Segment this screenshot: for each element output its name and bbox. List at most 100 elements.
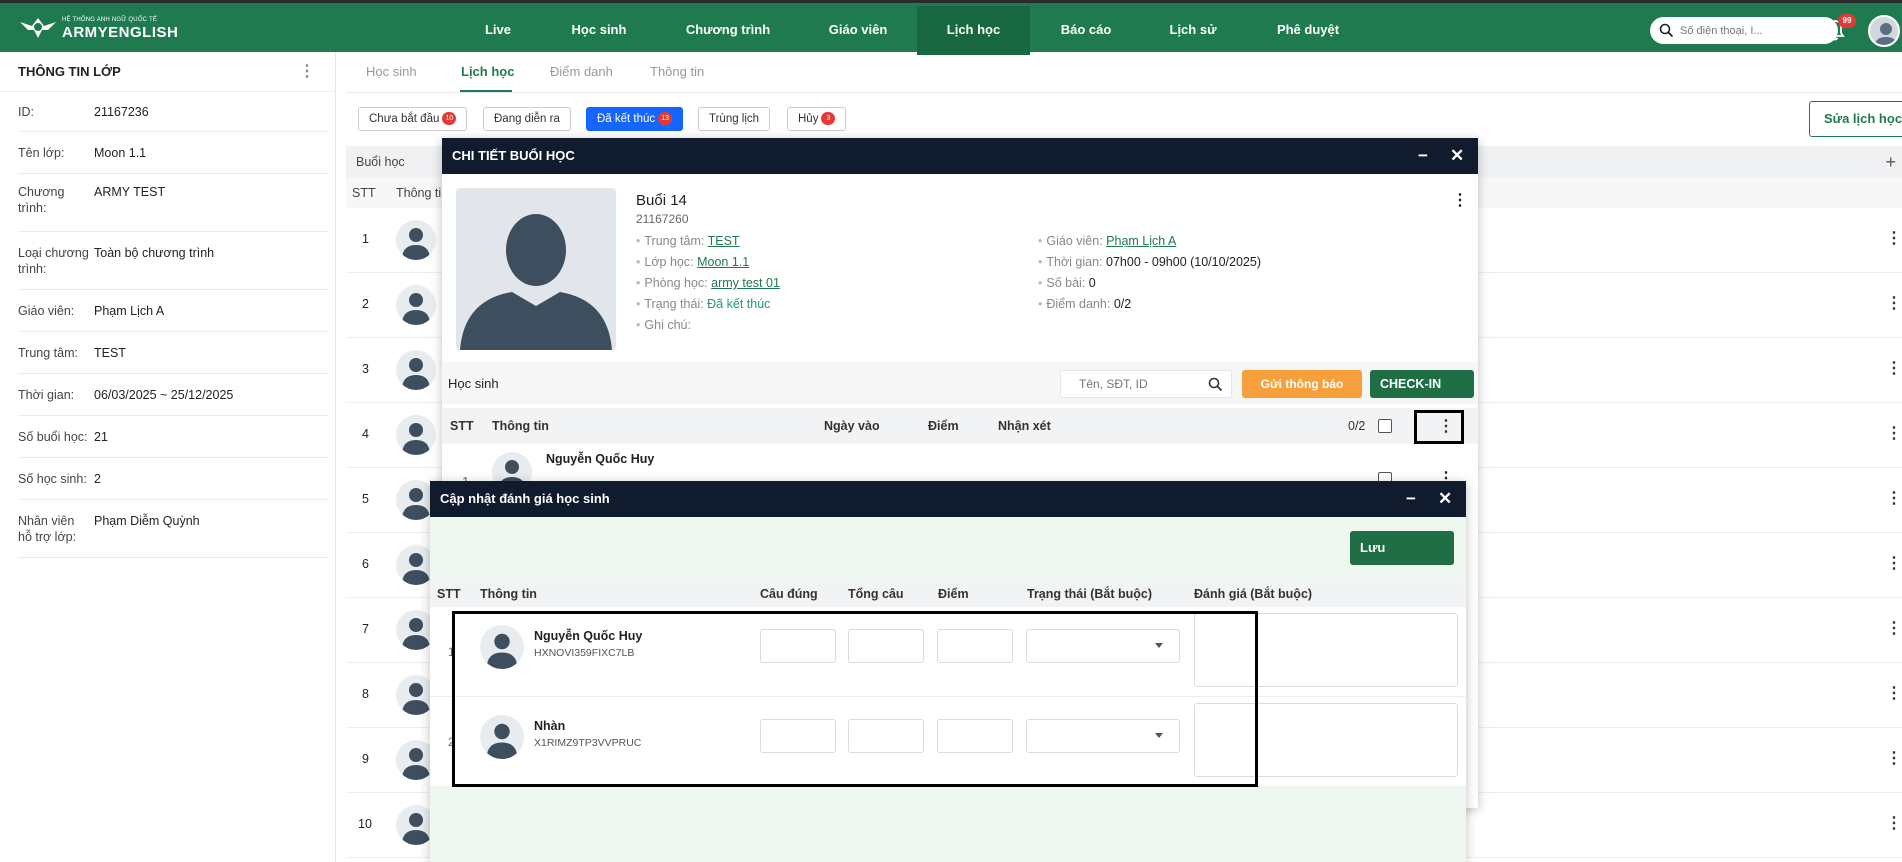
nav-giao-vien[interactable]: Giáo viên	[810, 6, 906, 55]
teacher-link[interactable]: Phạm Lịch A	[1106, 234, 1176, 248]
info-row-support-staff: Nhân viên hỗ trợ lớp: Phạm Diễm Quỳnh	[18, 500, 328, 558]
tab-diem-danh[interactable]: Điểm danh	[550, 64, 613, 79]
person-icon	[402, 423, 430, 455]
status-value: Đã kết thúc	[707, 297, 771, 311]
info-key: Giáo viên:	[18, 304, 75, 318]
eagle-emblem-icon	[20, 18, 56, 38]
avatar	[396, 350, 436, 390]
session-detail-title: CHI TIẾT BUỔI HỌC	[452, 148, 575, 163]
detail-key: Số bài:	[1046, 276, 1086, 290]
nav-lich-su[interactable]: Lịch sử	[1150, 6, 1236, 55]
search-icon[interactable]	[1208, 377, 1223, 392]
avatar	[396, 220, 436, 260]
student-name: Nguyễn Quốc Huy	[546, 452, 655, 466]
more-vertical-icon[interactable]: ⋮	[299, 52, 315, 92]
user-avatar[interactable]	[1868, 15, 1900, 47]
col-stt: STT	[352, 186, 376, 200]
tab-lich-hoc[interactable]: Lịch học	[461, 64, 514, 79]
detail-time: • Thời gian: 07h00 - 09h00 (10/10/2025)	[1038, 255, 1262, 269]
tab-hoc-sinh[interactable]: Học sinh	[366, 64, 417, 79]
student-search-input[interactable]	[1079, 377, 1199, 391]
nav-hoc-sinh[interactable]: Học sinh	[556, 6, 642, 55]
more-vertical-icon[interactable]: ⋮	[1886, 358, 1902, 378]
update-evaluation-header: Cập nhật đánh giá học sinh − ✕	[430, 481, 1466, 517]
save-button[interactable]: Lưu	[1350, 531, 1454, 565]
filter-huy[interactable]: Hủy 3	[787, 107, 847, 131]
filter-count-badge: 10	[442, 112, 457, 126]
room-link[interactable]: army test 01	[711, 276, 780, 290]
col-score: Điểm	[928, 419, 959, 433]
more-vertical-icon[interactable]: ⋮	[1886, 748, 1902, 768]
col-info: Thông tin	[396, 186, 449, 200]
check-in-button[interactable]: CHECK-IN	[1370, 370, 1474, 398]
col-join-date: Ngày vào	[824, 419, 880, 433]
tab-thong-tin[interactable]: Thông tin	[650, 64, 704, 79]
session-list-title: Buổi học	[356, 155, 405, 169]
class-info-title: THÔNG TIN LỚP	[18, 64, 121, 79]
col-stt: STT	[437, 587, 461, 601]
brand-logo[interactable]: HỆ THỐNG ANH NGỮ QUỐC TẾ ARMYENGLISH	[18, 14, 178, 42]
row-number: 1	[362, 232, 369, 246]
filter-trung-lich[interactable]: Trùng lịch	[698, 107, 771, 131]
phone-search[interactable]	[1650, 17, 1838, 44]
center-link[interactable]: TEST	[708, 234, 740, 248]
more-vertical-icon[interactable]: ⋮	[1886, 683, 1902, 703]
student-table-header: STT Thông tin Ngày vào Điểm Nhận xét 0/2…	[442, 408, 1478, 444]
more-vertical-icon[interactable]: ⋮	[1886, 488, 1902, 508]
close-icon[interactable]: ✕	[1450, 138, 1464, 174]
student-row[interactable]: 1 Nguyễn Quốc Huy ⋮	[442, 444, 1478, 492]
user-avatar-icon	[1874, 23, 1898, 45]
class-info-header: THÔNG TIN LỚP ⋮	[0, 52, 335, 92]
filter-label: Đã kết thúc	[597, 113, 656, 125]
minimize-icon[interactable]: −	[1406, 481, 1416, 517]
highlight-box	[452, 611, 1258, 787]
row-number: 9	[362, 752, 369, 766]
close-icon[interactable]: ✕	[1438, 481, 1452, 517]
row-number: 3	[362, 362, 369, 376]
nav-live[interactable]: Live	[458, 6, 538, 55]
students-label: Học sinh	[448, 376, 499, 391]
class-info-panel: THÔNG TIN LỚP ⋮ ID: 21167236 Tên lớp: Moon…	[0, 52, 336, 862]
phone-search-input[interactable]	[1680, 21, 1830, 40]
select-all-checkbox[interactable]	[1378, 419, 1392, 433]
info-row-id: ID: 21167236	[18, 92, 328, 132]
class-link[interactable]: Moon 1.1	[697, 255, 749, 269]
session-name: Buổi 14	[636, 192, 687, 209]
detail-teacher: • Giáo viên: Phạm Lịch A	[1038, 234, 1177, 248]
send-notification-button[interactable]: Gửi thông báo	[1242, 370, 1362, 398]
filter-chua-bat-dau[interactable]: Chưa bắt đầu 10	[358, 107, 468, 131]
info-value: 2	[94, 472, 101, 486]
more-vertical-icon[interactable]: ⋮	[1886, 228, 1902, 248]
info-row-program: Chương trình: ARMY TEST	[18, 174, 328, 232]
edit-schedule-button[interactable]: Sửa lịch học	[1809, 101, 1902, 137]
avatar	[396, 285, 436, 325]
nav-bao-cao[interactable]: Báo cáo	[1040, 6, 1132, 55]
detail-class: • Lớp học: Moon 1.1	[636, 255, 750, 269]
more-vertical-icon[interactable]: ⋮	[1886, 618, 1902, 638]
more-vertical-icon[interactable]: ⋮	[1886, 293, 1902, 313]
student-search[interactable]	[1060, 370, 1232, 398]
filter-da-ket-thuc[interactable]: Đã kết thúc 13	[586, 107, 684, 131]
add-icon[interactable]: +	[1885, 146, 1896, 178]
info-key: Tên lớp:	[18, 146, 65, 160]
col-info: Thông tin	[480, 587, 537, 601]
row-number: 4	[362, 427, 369, 441]
nav-lich-hoc[interactable]: Lịch học	[917, 6, 1030, 55]
detail-note: • Ghi chú:	[636, 318, 691, 332]
minimize-icon[interactable]: −	[1418, 138, 1428, 174]
info-key: Loại chương trình:	[18, 246, 89, 276]
filter-dang-dien-ra[interactable]: Đang diễn ra	[483, 107, 571, 131]
more-vertical-icon[interactable]: ⋮	[1886, 423, 1902, 443]
update-evaluation-title: Cập nhật đánh giá học sinh	[440, 491, 610, 506]
more-vertical-icon[interactable]: ⋮	[1886, 553, 1902, 573]
more-vertical-icon[interactable]: ⋮	[1452, 190, 1468, 210]
detail-lessons: • Số bài: 0	[1038, 276, 1096, 290]
col-total: Tổng câu	[848, 587, 904, 601]
nav-phe-duyet[interactable]: Phê duyệt	[1262, 6, 1354, 55]
session-photo	[456, 188, 616, 350]
info-row-students: Số học sinh: 2	[18, 458, 328, 500]
nav-chuong-trinh[interactable]: Chương trình	[672, 6, 784, 55]
more-vertical-icon[interactable]: ⋮	[1886, 813, 1902, 833]
row-number: 10	[358, 817, 372, 831]
info-key: Nhân viên hỗ trợ lớp:	[18, 514, 77, 544]
